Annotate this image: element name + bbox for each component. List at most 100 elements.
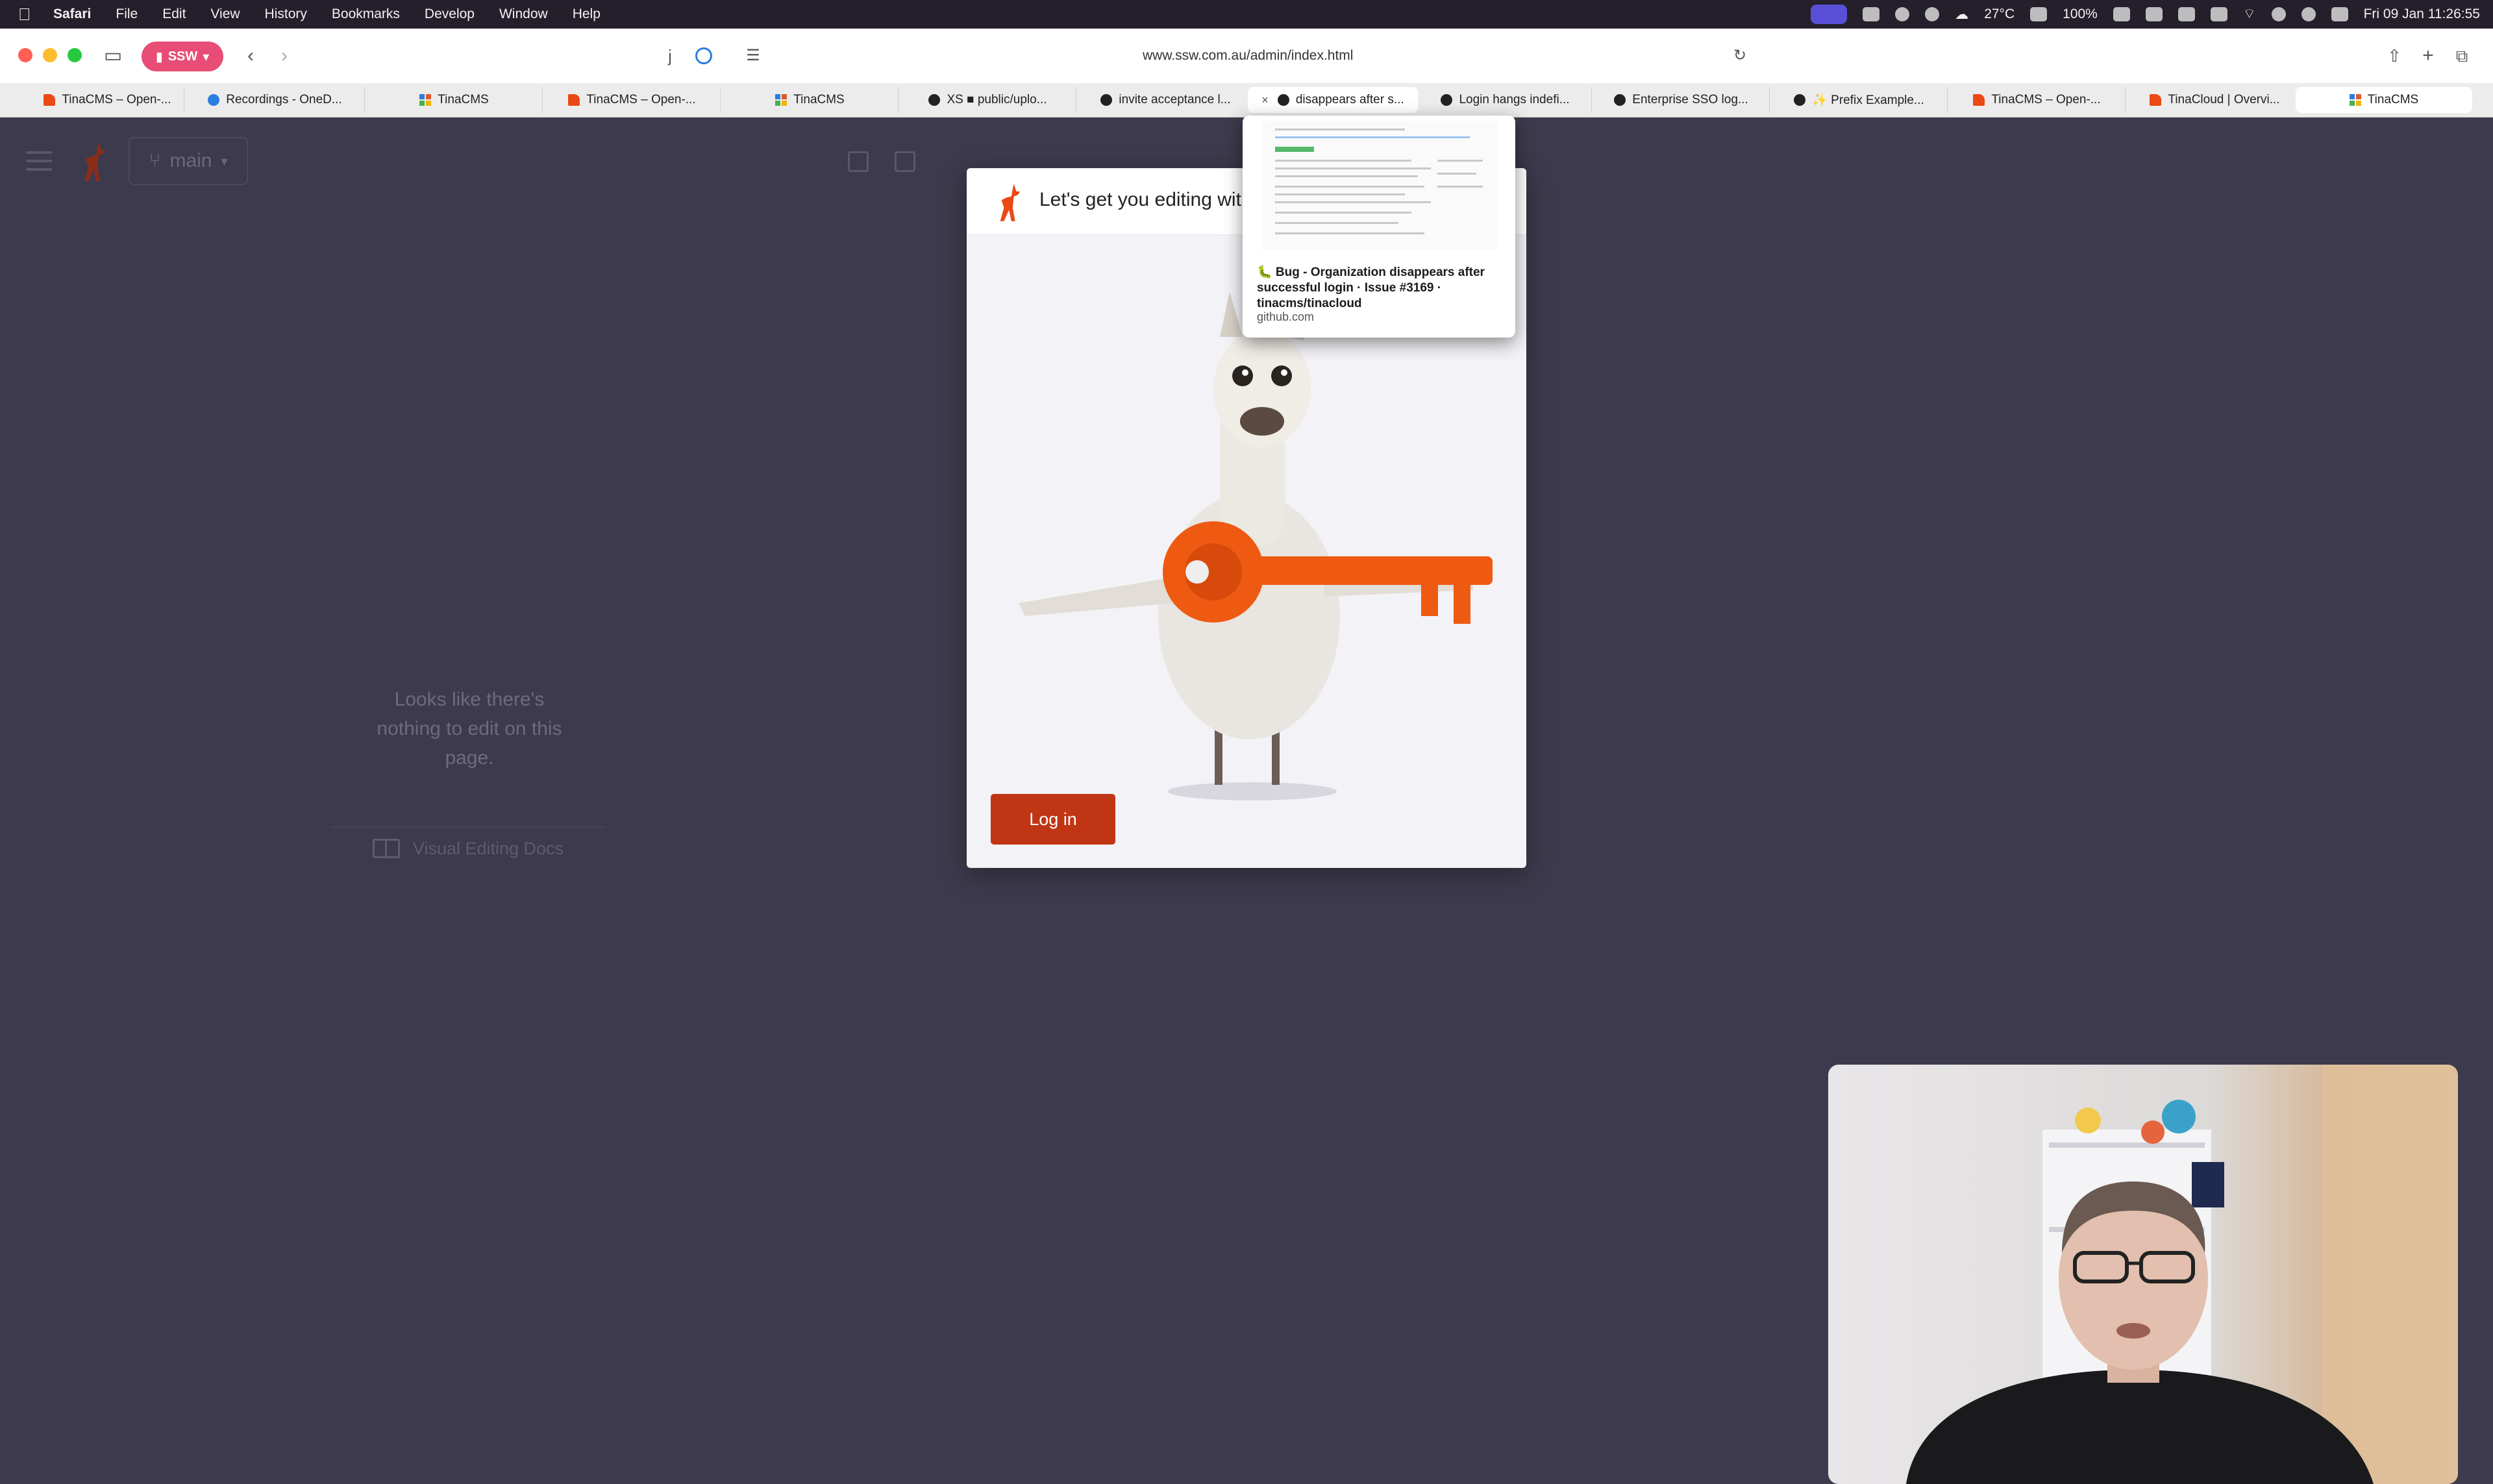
apple-icon[interactable]:  [18,5,38,25]
page-thumbnail [1262,121,1497,251]
open-external-icon[interactable] [848,151,869,172]
github-favicon-icon [928,94,941,106]
tina-llama-logo-icon [84,142,105,181]
tab-label: TinaCMS – Open-... [1991,93,2101,106]
tab-label: TinaCMS – Open-... [62,93,171,106]
menu-help[interactable]: Help [573,6,601,22]
tab-disappears-after[interactable]: × disappears after s... [1248,87,1418,113]
bandwidth-icon[interactable] [2030,7,2048,21]
docker-icon[interactable] [1863,7,1880,21]
github-favicon-icon [1441,94,1453,106]
sidebar-panel-icon[interactable] [895,151,915,172]
share-icon[interactable]: ⇧ [2381,43,2407,69]
chevron-down-icon: ▾ [203,49,210,64]
llama-with-key-illustration-icon [1019,291,1493,800]
browser-toolbar: ▭ ▮ SSW ▾ ‹ › j ☰ www.ssw.com.au/admin/i… [0,29,2493,83]
tab-label: Recordings - OneD... [226,93,342,106]
reader-icon[interactable]: ☰ [740,43,766,69]
menu-bar:  Safari File Edit View History Bookmark… [0,0,2493,29]
menu-app-safari[interactable]: Safari [53,6,91,22]
tab-recordings[interactable]: Recordings - OneD... [186,87,365,113]
visual-editing-docs-link[interactable]: Visual Editing Docs [331,826,605,869]
github-favicon-icon [1794,94,1806,106]
sidebar-toggle-icon[interactable]: ▭ [100,43,126,69]
onedrive-favicon-icon [208,94,220,106]
clock[interactable]: Fri 09 Jan 11:26:55 [2364,6,2480,22]
control-center-icon[interactable] [2331,7,2348,21]
menu-file[interactable]: File [116,6,138,22]
vpn-icon[interactable] [1925,7,1940,21]
grid-icon[interactable] [2177,7,2195,21]
profile-button[interactable]: ▮ SSW ▾ [142,42,223,71]
book-icon [372,839,400,858]
tab-label: invite acceptance l... [1119,93,1231,106]
screen-record-icon[interactable] [1811,5,1848,24]
menu-edit[interactable]: Edit [162,6,186,22]
tab-tinacms-5[interactable]: TinaCMS – Open-... [1949,87,2126,113]
branch-selector[interactable]: ⑂ main ▾ [129,137,248,185]
battery-percent: 100% [2063,6,2098,21]
tab-enterprise-sso[interactable]: Enterprise SSO log... [1593,87,1770,113]
close-window-button[interactable] [18,48,32,62]
tab-tinacms-1[interactable]: TinaCMS – Open-... [31,87,184,113]
preview-title: 🐛 Bug - Organization disappears after su… [1257,266,1485,310]
zoom-window-button[interactable] [68,48,82,62]
back-icon[interactable]: ‹ [238,43,264,69]
tab-tinacms-3[interactable]: TinaCMS – Open-... [544,87,721,113]
tab-invite-acceptance[interactable]: invite acceptance l... [1078,87,1254,113]
tina-favicon-icon [43,94,56,106]
tab-overview-icon[interactable]: ⧉ [2449,43,2475,69]
tab-label: XS ■ public/uplo... [947,93,1047,106]
empty-state-message: Looks like there's nothing to edit on th… [377,689,562,769]
tab-prefix-example[interactable]: ✨ Prefix Example... [1771,87,1948,113]
lock-icon[interactable] [2210,7,2227,21]
minimize-window-button[interactable] [43,48,57,62]
github-favicon-icon [1277,94,1289,106]
preview-domain: github.com [1257,310,1315,323]
menu-bookmarks[interactable]: Bookmarks [332,6,400,22]
reload-icon[interactable]: ↻ [1727,43,1753,69]
tab-tinacms-4[interactable]: TinaCMS [722,87,899,113]
docs-label: Visual Editing Docs [412,838,564,858]
tab-public-uploads[interactable]: XS ■ public/uplo... [900,87,1076,113]
forward-icon[interactable]: › [271,43,297,69]
new-tab-icon[interactable]: + [2415,43,2441,69]
hamburger-menu-icon[interactable] [26,151,52,171]
tab-label: Enterprise SSO log... [1632,93,1748,106]
address-bar[interactable]: www.ssw.com.au/admin/index.html [1143,43,1353,69]
close-tab-icon[interactable]: × [1261,93,1269,107]
tina-favicon-icon [568,94,580,106]
password-icon[interactable] [2145,7,2163,21]
tab-label: TinaCMS [438,93,489,106]
menu-window[interactable]: Window [499,6,548,22]
tab-label: ✨ Prefix Example... [1812,93,1924,107]
tab-label: TinaCMS [793,93,845,106]
shield-icon[interactable] [1895,7,1910,21]
log-in-button[interactable]: Log in [991,794,1115,845]
menu-view[interactable]: View [210,6,240,22]
menu-develop[interactable]: Develop [425,6,475,22]
microsoft-favicon-icon [2349,94,2361,106]
microsoft-favicon-icon [419,94,432,106]
menu-history[interactable]: History [265,6,307,22]
focus-icon[interactable] [2301,7,2316,21]
battery-icon[interactable] [2113,7,2130,21]
tab-preview-popover: 🐛 Bug - Organization disappears after su… [1243,116,1515,338]
tab-tinacms-2[interactable]: TinaCMS [366,87,543,113]
tab-login-hangs[interactable]: Login hangs indefi... [1419,87,1592,113]
webcam-overlay [1828,1065,2458,1484]
weather-icon[interactable]: ☁ [1955,6,1968,23]
extension-icon[interactable]: j [657,43,683,69]
tab-tinacms-current[interactable]: TinaCMS [2296,87,2472,113]
window-controls [18,48,82,62]
chevron-down-icon: ▾ [221,154,228,169]
tina-favicon-icon [2150,94,2162,106]
tab-bar: TinaCMS – Open-... Recordings - OneD... … [0,83,2493,117]
tab-tinacloud-overview[interactable]: TinaCloud | Overvi... [2127,87,2303,113]
tab-label: disappears after s... [1295,93,1404,106]
play-icon[interactable] [2271,7,2286,21]
tab-label: TinaCloud | Overvi... [2168,93,2280,106]
password-manager-icon[interactable] [691,43,717,69]
tab-label: Login hangs indefi... [1459,93,1570,106]
wifi-icon[interactable]: ⌔ [2243,6,2256,23]
